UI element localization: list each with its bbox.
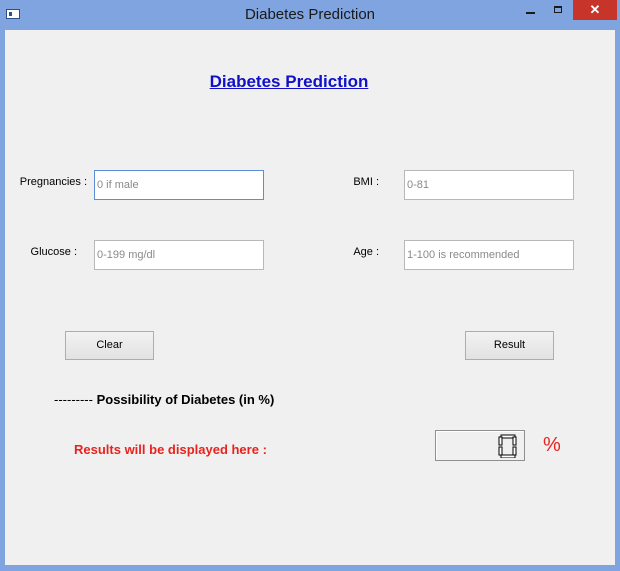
- page-title[interactable]: Diabetes Prediction: [5, 72, 573, 92]
- glucose-input[interactable]: [94, 240, 264, 270]
- lcd-display: 0: [435, 430, 525, 461]
- lcd-digit: [498, 434, 517, 458]
- close-button[interactable]: ✕: [573, 0, 617, 20]
- title-bar[interactable]: Diabetes Prediction ✕: [0, 0, 620, 30]
- app-window: Diabetes Prediction ✕ Diabetes Predictio…: [0, 0, 620, 571]
- client-area: Diabetes Prediction Pregnancies : BMI : …: [5, 30, 615, 565]
- age-label: Age :: [353, 246, 379, 258]
- age-input[interactable]: [404, 240, 574, 270]
- caption-dashes: ---------: [54, 392, 93, 407]
- close-icon: ✕: [589, 2, 601, 17]
- maximize-icon: [554, 6, 562, 13]
- minimize-icon: [526, 12, 535, 14]
- possibility-caption: --------- Possibility of Diabetes (in %): [54, 392, 274, 407]
- percent-sign: %: [543, 434, 561, 456]
- results-label: Results will be displayed here :: [74, 442, 267, 457]
- pregnancies-input[interactable]: [94, 170, 264, 200]
- bmi-label: BMI :: [353, 176, 379, 188]
- maximize-button[interactable]: [545, 0, 571, 20]
- minimize-button[interactable]: [517, 0, 543, 20]
- pregnancies-label: Pregnancies :: [19, 176, 87, 188]
- clear-button[interactable]: Clear: [65, 331, 154, 360]
- glucose-label: Glucose :: [30, 246, 77, 258]
- bmi-input[interactable]: [404, 170, 574, 200]
- caption-text: Possibility of Diabetes (in %): [96, 392, 275, 407]
- result-button[interactable]: Result: [465, 331, 554, 360]
